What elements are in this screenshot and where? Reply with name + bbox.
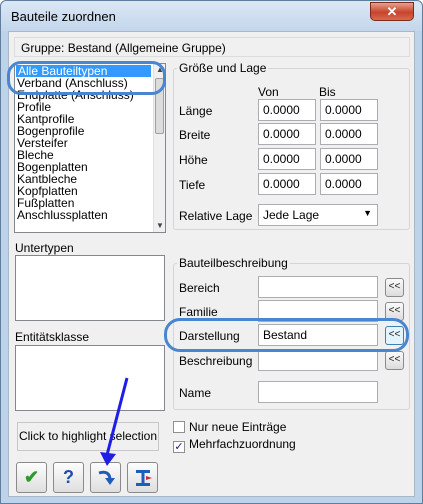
annotation-arrow [100, 377, 129, 466]
